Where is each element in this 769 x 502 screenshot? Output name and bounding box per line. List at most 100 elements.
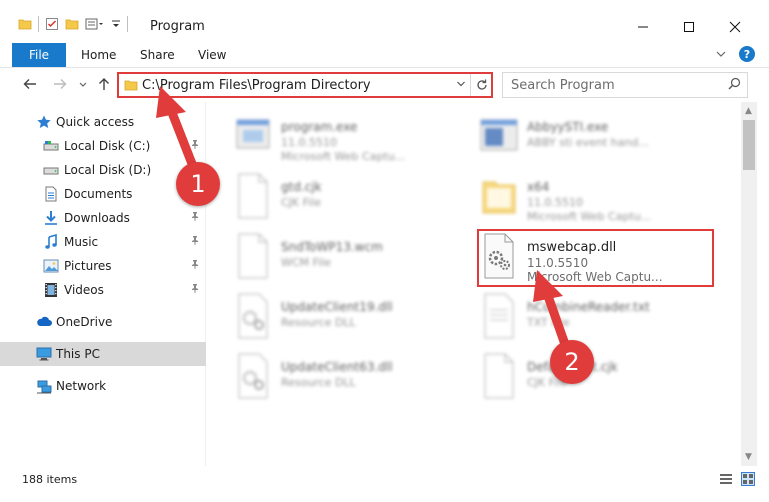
file-name: x64	[527, 180, 550, 194]
step-badge-1: 1	[176, 162, 220, 206]
pictures-icon	[43, 259, 59, 273]
sidebar-item-pictures[interactable]: Pictures	[0, 254, 206, 278]
search-icon[interactable]	[728, 77, 741, 94]
text-file-icon	[484, 293, 514, 339]
pin-icon	[190, 211, 200, 224]
sidebar-item-music[interactable]: Music	[0, 230, 206, 254]
list-item[interactable]: gtd.cjk CJK File	[233, 170, 483, 226]
pin-icon	[190, 235, 200, 248]
list-item[interactable]: x64 11.0.5510 Microsoft Web Captu...	[479, 170, 729, 226]
tab-view[interactable]: View	[198, 48, 226, 62]
navigation-bar: C:\Program Files\Program Directory	[0, 68, 769, 102]
list-item[interactable]: UpdateClient63.dll Resource DLL	[233, 350, 483, 406]
file-detail: Microsoft Web Captu...	[281, 150, 406, 163]
sidebar-item-onedrive[interactable]: OneDrive	[0, 310, 206, 334]
search-input[interactable]	[511, 77, 721, 93]
file-detail: Resource DLL	[281, 316, 356, 329]
list-item[interactable]: SndToWP13.wcm WCM File	[233, 230, 483, 286]
file-detail: 11.0.5510	[281, 136, 337, 149]
file-name: UpdateClient19.dll	[281, 300, 393, 314]
file-name: AbbyySTI.exe	[527, 120, 609, 134]
tab-file[interactable]: File	[12, 43, 66, 67]
file-name: hCombineReader.txt	[527, 300, 650, 314]
file-name: UpdateClient63.dll	[281, 360, 393, 374]
up-button[interactable]	[96, 76, 112, 96]
address-path[interactable]: C:\Program Files\Program Directory	[142, 78, 371, 93]
navigation-pane: Quick access Local Disk (C:) Local Disk …	[0, 102, 206, 466]
sidebar-item-network[interactable]: Network	[0, 374, 206, 398]
dll-icon	[484, 233, 514, 279]
sidebar-item-label: Videos	[64, 283, 104, 297]
forward-button[interactable]	[52, 76, 68, 96]
file-name: gtd.cjk	[281, 180, 322, 194]
properties-icon[interactable]	[45, 17, 59, 31]
sidebar-item-label: OneDrive	[56, 315, 113, 329]
expand-ribbon-icon[interactable]	[715, 48, 727, 60]
customize-toolbar-icon[interactable]	[85, 17, 105, 31]
list-item-mswebcap[interactable]: mswebcap.dll 11.0.5510 Microsoft Web Cap…	[479, 230, 729, 286]
close-button[interactable]	[712, 16, 758, 38]
file-list: program.exe 11.0.5510 Microsoft Web Capt…	[207, 102, 741, 466]
address-bar[interactable]: C:\Program Files\Program Directory	[117, 72, 493, 98]
file-detail: Microsoft Web Captu...	[527, 270, 663, 284]
vertical-scrollbar[interactable]: ▲ ▼	[741, 102, 757, 466]
window-title: Program	[150, 19, 205, 34]
sidebar-item-downloads[interactable]: Downloads	[0, 206, 206, 230]
file-detail: 11.0.5510	[527, 196, 583, 209]
sidebar-item-label: Pictures	[64, 259, 112, 273]
arrow-right-icon	[54, 79, 67, 89]
music-icon	[45, 234, 57, 249]
computer-icon	[36, 347, 52, 361]
ribbon: File Home Share View ?	[0, 40, 769, 68]
list-item[interactable]: UpdateClient19.dll Resource DLL	[233, 290, 483, 346]
sidebar-item-local-disk-c[interactable]: Local Disk (C:)	[0, 134, 206, 158]
details-view-icon[interactable]	[719, 472, 733, 486]
minimize-button[interactable]	[620, 16, 666, 38]
back-button[interactable]	[22, 76, 38, 96]
search-box[interactable]	[502, 72, 748, 98]
drive-icon	[43, 141, 59, 151]
arrow-up-icon	[99, 78, 109, 90]
chevron-down-icon[interactable]	[111, 17, 121, 31]
file-icon	[238, 173, 268, 219]
list-item[interactable]: hCombineReader.txt TXT File	[479, 290, 729, 346]
ribbon-right-controls: ?	[715, 46, 755, 62]
sidebar-item-videos[interactable]: Videos	[0, 278, 206, 302]
sidebar-item-quick-access[interactable]: Quick access	[0, 110, 206, 134]
dll-icon	[238, 293, 268, 339]
scrollbar-thumb[interactable]	[743, 120, 755, 170]
dll-icon	[238, 353, 268, 399]
list-item[interactable]: DefaultFont.cjk CJK File	[479, 350, 729, 406]
help-icon[interactable]: ?	[739, 46, 755, 62]
title-bar: Program	[0, 0, 769, 40]
new-folder-icon[interactable]	[65, 17, 79, 31]
address-dropdown-button[interactable]	[456, 77, 466, 94]
file-detail: WCM File	[281, 256, 331, 269]
recent-locations-button[interactable]	[78, 76, 88, 96]
sidebar-item-label: Music	[64, 235, 99, 249]
tab-home[interactable]: Home	[81, 48, 116, 62]
scroll-down-icon[interactable]: ▼	[745, 452, 752, 462]
tiles-view-icon[interactable]	[741, 472, 755, 486]
refresh-button[interactable]	[470, 73, 492, 97]
pin-icon	[190, 283, 200, 296]
file-name: mswebcap.dll	[527, 240, 617, 255]
tab-share[interactable]: Share	[140, 48, 175, 62]
list-item[interactable]: program.exe 11.0.5510 Microsoft Web Capt…	[233, 110, 483, 166]
status-bar: 188 items	[0, 466, 769, 492]
scroll-up-icon[interactable]: ▲	[745, 106, 752, 116]
file-detail: 11.0.5510	[527, 256, 589, 270]
file-detail: TXT File	[527, 316, 570, 329]
sidebar-item-this-pc[interactable]: This PC	[0, 342, 206, 366]
view-buttons	[719, 472, 755, 486]
list-item[interactable]: AbbyySTI.exe ABBY sti event hand...	[479, 110, 729, 166]
sidebar-item-local-disk-d[interactable]: Local Disk (D:)	[0, 158, 206, 182]
maximize-icon	[684, 22, 694, 32]
cloud-icon	[37, 316, 52, 326]
toolbar-separator	[38, 16, 39, 32]
star-icon	[37, 115, 51, 128]
maximize-button[interactable]	[666, 16, 712, 38]
sidebar-item-label: This PC	[56, 347, 100, 361]
chevron-down-icon	[79, 82, 87, 87]
exe-icon	[480, 119, 518, 151]
